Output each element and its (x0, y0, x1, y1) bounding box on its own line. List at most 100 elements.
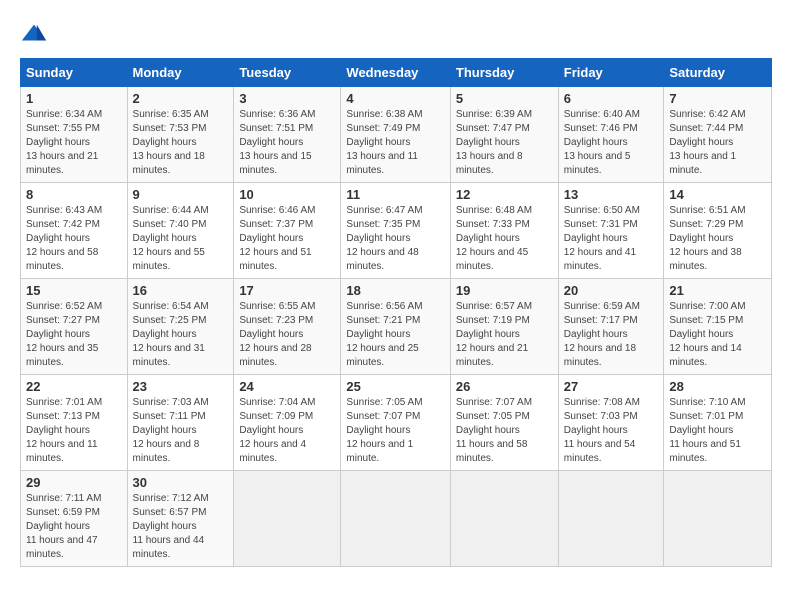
day-number: 18 (346, 283, 444, 298)
day-number: 28 (669, 379, 766, 394)
day-detail: Sunrise: 6:40 AMSunset: 7:46 PMDaylight … (564, 108, 659, 178)
calendar-day-cell: 12Sunrise: 6:48 AMSunset: 7:33 PMDayligh… (450, 183, 558, 279)
calendar-day-cell: 15 Sunrise: 6:52 AMSunset: 7:27 PMDayligh… (21, 279, 128, 375)
weekday-header-saturday: Saturday (664, 59, 772, 87)
day-number: 27 (564, 379, 659, 394)
calendar-day-cell: 29 Sunrise: 7:11 AMSunset: 6:59 PMDayligh… (21, 471, 128, 567)
calendar-day-cell: 9 Sunrise: 6:44 AMSunset: 7:40 PMDaylight… (127, 183, 234, 279)
day-detail: Sunrise: 7:07 AMSunset: 7:05 PMDaylight … (456, 396, 553, 466)
day-detail: Sunrise: 6:42 AMSunset: 7:44 PMDaylight … (669, 108, 766, 178)
day-number: 5 (456, 91, 553, 106)
calendar-day-cell: 18 Sunrise: 6:56 AMSunset: 7:21 PMDayligh… (341, 279, 450, 375)
day-number: 2 (133, 91, 229, 106)
calendar-week-row: 29 Sunrise: 7:11 AMSunset: 6:59 PMDayligh… (21, 471, 772, 567)
calendar-day-cell: 23 Sunrise: 7:03 AMSunset: 7:11 PMDayligh… (127, 375, 234, 471)
calendar-table: SundayMondayTuesdayWednesdayThursdayFrid… (20, 58, 772, 567)
calendar-day-cell: 13Sunrise: 6:50 AMSunset: 7:31 PMDayligh… (558, 183, 664, 279)
weekday-header-row: SundayMondayTuesdayWednesdayThursdayFrid… (21, 59, 772, 87)
day-detail: Sunrise: 6:57 AMSunset: 7:19 PMDaylight … (456, 300, 553, 370)
calendar-day-cell: 25 Sunrise: 7:05 AMSunset: 7:07 PMDayligh… (341, 375, 450, 471)
day-number: 20 (564, 283, 659, 298)
calendar-day-cell: 4 Sunrise: 6:38 AMSunset: 7:49 PMDaylight… (341, 87, 450, 183)
day-number: 4 (346, 91, 444, 106)
day-number: 22 (26, 379, 122, 394)
day-number: 9 (133, 187, 229, 202)
weekday-header-sunday: Sunday (21, 59, 128, 87)
calendar-day-cell: 20 Sunrise: 6:59 AMSunset: 7:17 PMDayligh… (558, 279, 664, 375)
day-detail: Sunrise: 6:56 AMSunset: 7:21 PMDaylight … (346, 300, 444, 370)
day-detail: Sunrise: 6:34 AMSunset: 7:55 PMDaylight … (26, 108, 122, 178)
day-detail: Sunrise: 7:01 AMSunset: 7:13 PMDaylight … (26, 396, 122, 466)
day-detail: Sunrise: 6:35 AMSunset: 7:53 PMDaylight … (133, 108, 229, 178)
calendar-day-cell: 7 Sunrise: 6:42 AMSunset: 7:44 PMDaylight… (664, 87, 772, 183)
calendar-day-cell: 24 Sunrise: 7:04 AMSunset: 7:09 PMDayligh… (234, 375, 341, 471)
calendar-day-cell: 16Sunrise: 6:54 AMSunset: 7:25 PMDayligh… (127, 279, 234, 375)
day-number: 15 (26, 283, 122, 298)
day-number: 3 (239, 91, 335, 106)
day-detail: Sunrise: 7:03 AMSunset: 7:11 PMDaylight … (133, 396, 229, 466)
day-number: 1 (26, 91, 122, 106)
weekday-header-friday: Friday (558, 59, 664, 87)
calendar-day-cell: 10 Sunrise: 6:46 AMSunset: 7:37 PMDayligh… (234, 183, 341, 279)
day-number: 26 (456, 379, 553, 394)
calendar-week-row: 15 Sunrise: 6:52 AMSunset: 7:27 PMDayligh… (21, 279, 772, 375)
calendar-day-cell: 17 Sunrise: 6:55 AMSunset: 7:23 PMDayligh… (234, 279, 341, 375)
day-number: 12 (456, 187, 553, 202)
day-detail: Sunrise: 7:12 AMSunset: 6:57 PMDaylight … (133, 492, 229, 562)
day-number: 7 (669, 91, 766, 106)
day-number: 24 (239, 379, 335, 394)
calendar-day-cell (450, 471, 558, 567)
day-number: 8 (26, 187, 122, 202)
day-number: 11 (346, 187, 444, 202)
day-detail: Sunrise: 7:00 AMSunset: 7:15 PMDaylight … (669, 300, 766, 370)
calendar-day-cell: 26 Sunrise: 7:07 AMSunset: 7:05 PMDayligh… (450, 375, 558, 471)
calendar-week-row: 1 Sunrise: 6:34 AMSunset: 7:55 PMDaylight… (21, 87, 772, 183)
day-number: 10 (239, 187, 335, 202)
day-detail: Sunrise: 6:44 AMSunset: 7:40 PMDaylight … (133, 204, 229, 274)
day-detail: Sunrise: 6:50 AMSunset: 7:31 PMDaylight … (564, 204, 659, 274)
calendar-day-cell (664, 471, 772, 567)
day-number: 25 (346, 379, 444, 394)
calendar-day-cell: 28Sunrise: 7:10 AMSunset: 7:01 PMDayligh… (664, 375, 772, 471)
day-detail: Sunrise: 7:11 AMSunset: 6:59 PMDaylight … (26, 492, 122, 562)
day-detail: Sunrise: 6:36 AMSunset: 7:51 PMDaylight … (239, 108, 335, 178)
calendar-day-cell (341, 471, 450, 567)
day-detail: Sunrise: 6:46 AMSunset: 7:37 PMDaylight … (239, 204, 335, 274)
day-detail: Sunrise: 6:52 AMSunset: 7:27 PMDaylight … (26, 300, 122, 370)
calendar-day-cell: 5 Sunrise: 6:39 AMSunset: 7:47 PMDaylight… (450, 87, 558, 183)
calendar-day-cell (234, 471, 341, 567)
day-number: 29 (26, 475, 122, 490)
calendar-day-cell: 1 Sunrise: 6:34 AMSunset: 7:55 PMDaylight… (21, 87, 128, 183)
calendar-day-cell: 2 Sunrise: 6:35 AMSunset: 7:53 PMDaylight… (127, 87, 234, 183)
calendar-day-cell: 14Sunrise: 6:51 AMSunset: 7:29 PMDayligh… (664, 183, 772, 279)
calendar-week-row: 8 Sunrise: 6:43 AMSunset: 7:42 PMDaylight… (21, 183, 772, 279)
calendar-day-cell: 8 Sunrise: 6:43 AMSunset: 7:42 PMDaylight… (21, 183, 128, 279)
calendar-day-cell: 27 Sunrise: 7:08 AMSunset: 7:03 PMDayligh… (558, 375, 664, 471)
weekday-header-wednesday: Wednesday (341, 59, 450, 87)
day-number: 23 (133, 379, 229, 394)
day-number: 19 (456, 283, 553, 298)
day-number: 17 (239, 283, 335, 298)
day-detail: Sunrise: 7:05 AMSunset: 7:07 PMDaylight … (346, 396, 444, 466)
day-detail: Sunrise: 6:55 AMSunset: 7:23 PMDaylight … (239, 300, 335, 370)
day-number: 21 (669, 283, 766, 298)
calendar-day-cell: 3 Sunrise: 6:36 AMSunset: 7:51 PMDaylight… (234, 87, 341, 183)
weekday-header-thursday: Thursday (450, 59, 558, 87)
day-number: 16 (133, 283, 229, 298)
day-detail: Sunrise: 6:38 AMSunset: 7:49 PMDaylight … (346, 108, 444, 178)
day-detail: Sunrise: 6:59 AMSunset: 7:17 PMDaylight … (564, 300, 659, 370)
calendar-day-cell: 21 Sunrise: 7:00 AMSunset: 7:15 PMDayligh… (664, 279, 772, 375)
day-detail: Sunrise: 6:43 AMSunset: 7:42 PMDaylight … (26, 204, 122, 274)
weekday-header-monday: Monday (127, 59, 234, 87)
calendar-day-cell: 11Sunrise: 6:47 AMSunset: 7:35 PMDayligh… (341, 183, 450, 279)
calendar-week-row: 22 Sunrise: 7:01 AMSunset: 7:13 PMDayligh… (21, 375, 772, 471)
day-number: 30 (133, 475, 229, 490)
logo (20, 20, 52, 48)
logo-icon (20, 20, 48, 48)
day-number: 6 (564, 91, 659, 106)
day-detail: Sunrise: 6:51 AMSunset: 7:29 PMDaylight … (669, 204, 766, 274)
day-detail: Sunrise: 7:08 AMSunset: 7:03 PMDaylight … (564, 396, 659, 466)
day-detail: Sunrise: 7:04 AMSunset: 7:09 PMDaylight … (239, 396, 335, 466)
weekday-header-tuesday: Tuesday (234, 59, 341, 87)
day-detail: Sunrise: 6:39 AMSunset: 7:47 PMDaylight … (456, 108, 553, 178)
